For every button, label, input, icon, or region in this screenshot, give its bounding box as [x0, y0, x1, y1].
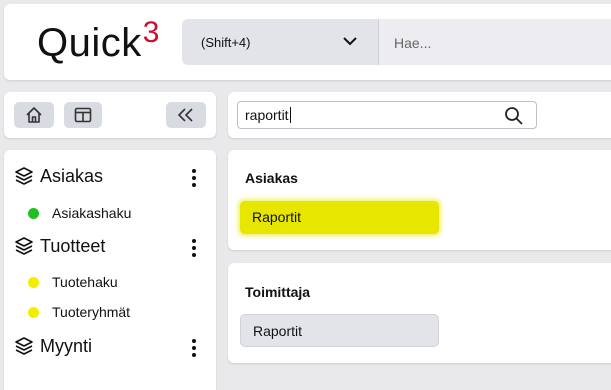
group-options-button[interactable] — [186, 236, 202, 260]
group-options-button[interactable] — [186, 166, 202, 190]
sidebar-toolbar — [4, 92, 216, 138]
kebab-menu-icon — [192, 169, 196, 187]
sidebar-group-title: Tuotteet — [40, 235, 106, 256]
app-header: Quick3 (Shift+4) Hae... — [4, 4, 611, 80]
global-search-placeholder: Hae... — [394, 35, 432, 51]
shortcut-select[interactable]: (Shift+4) — [182, 19, 378, 65]
quick3-logo[interactable]: Quick3 — [37, 16, 160, 70]
kebab-menu-icon — [192, 239, 196, 257]
layout-button[interactable] — [64, 102, 102, 128]
chevron-down-icon — [343, 37, 357, 46]
menu-search-value-wrap: raportit — [245, 107, 291, 123]
result-card-title: Asiakas — [245, 170, 298, 186]
sidebar-item-label: Tuotehaku — [52, 274, 118, 290]
global-search-input[interactable]: Hae... — [378, 19, 611, 65]
result-card-title: Toimittaja — [245, 284, 311, 300]
sidebar-item-tuotehaku[interactable]: Tuotehaku — [28, 273, 118, 291]
search-icon[interactable] — [504, 106, 524, 126]
sidebar-group-asiakas[interactable]: Asiakas — [14, 164, 103, 188]
group-options-button[interactable] — [186, 336, 202, 360]
home-icon — [26, 107, 42, 123]
status-dot-icon — [28, 207, 39, 219]
result-card-toimittaja: Toimittaja Raportit — [228, 263, 611, 363]
shortcut-select-value: (Shift+4) — [201, 35, 251, 50]
search-panel: raportit — [228, 92, 611, 138]
sidebar-item-label: Tuoteryhmät — [52, 304, 131, 320]
layers-icon — [15, 167, 33, 185]
status-dot-icon — [28, 306, 39, 318]
kebab-menu-icon — [192, 339, 196, 357]
sidebar-menu: Asiakas Asiakashaku Tuotteet Tuotehaku T… — [4, 150, 216, 390]
sidebar-item-asiakashaku[interactable]: Asiakashaku — [28, 204, 131, 222]
collapse-sidebar-button[interactable] — [166, 102, 206, 128]
sidebar-group-myynti[interactable]: Myynti — [14, 334, 92, 358]
result-card-asiakas: Asiakas Raportit — [228, 150, 611, 250]
menu-search-input[interactable]: raportit — [237, 101, 537, 129]
text-cursor — [289, 107, 291, 123]
logo-superscript: 3 — [142, 16, 160, 49]
raportit-button[interactable]: Raportit — [240, 201, 439, 234]
sidebar-group-tuotteet[interactable]: Tuotteet — [14, 234, 105, 258]
double-chevron-left-icon — [177, 108, 193, 122]
sidebar-group-title: Asiakas — [40, 165, 104, 186]
sidebar-item-label: Asiakashaku — [52, 205, 132, 221]
status-dot-icon — [28, 276, 39, 288]
home-button[interactable] — [14, 102, 54, 128]
layers-icon — [15, 237, 33, 255]
layout-panel-icon — [74, 107, 92, 123]
raportit-button[interactable]: Raportit — [240, 314, 439, 347]
sidebar-item-tuoteryhmat[interactable]: Tuoteryhmät — [28, 303, 130, 321]
logo-text: Quick — [37, 21, 142, 65]
menu-search-value: raportit — [245, 107, 289, 123]
sidebar-group-title: Myynti — [40, 335, 93, 356]
layers-icon — [15, 337, 33, 355]
